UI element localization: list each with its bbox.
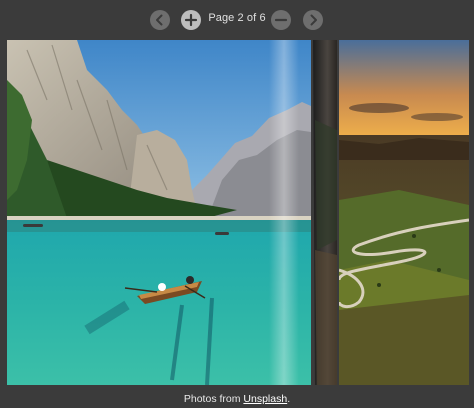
page-indicator: Page 2 of 6 <box>208 12 266 24</box>
photo-credit-suffix: . <box>287 393 291 405</box>
previous-page-button[interactable] <box>150 10 170 30</box>
photo-credit-prefix: Photos from <box>183 393 244 405</box>
remove-page-button[interactable] <box>271 10 291 30</box>
photo-credit: Photos from Unsplash. <box>0 393 474 405</box>
chevron-left-icon <box>156 14 163 26</box>
toolbar: Page 2 of 6 <box>0 8 474 32</box>
plus-icon <box>184 13 198 27</box>
add-page-button[interactable] <box>181 10 201 30</box>
minus-icon <box>274 18 288 22</box>
page-fold[interactable] <box>311 40 339 385</box>
flipbook-viewer: Page 2 of 6 Photos from Unsplash. <box>0 0 474 408</box>
book-spread[interactable] <box>6 40 469 385</box>
unsplash-link[interactable]: Unsplash <box>243 393 287 405</box>
chevron-right-icon <box>310 14 317 26</box>
mountain-lake-rowboat-photo <box>7 40 311 385</box>
next-page-button[interactable] <box>303 10 323 30</box>
sunset-valley-road-photo <box>339 40 469 385</box>
